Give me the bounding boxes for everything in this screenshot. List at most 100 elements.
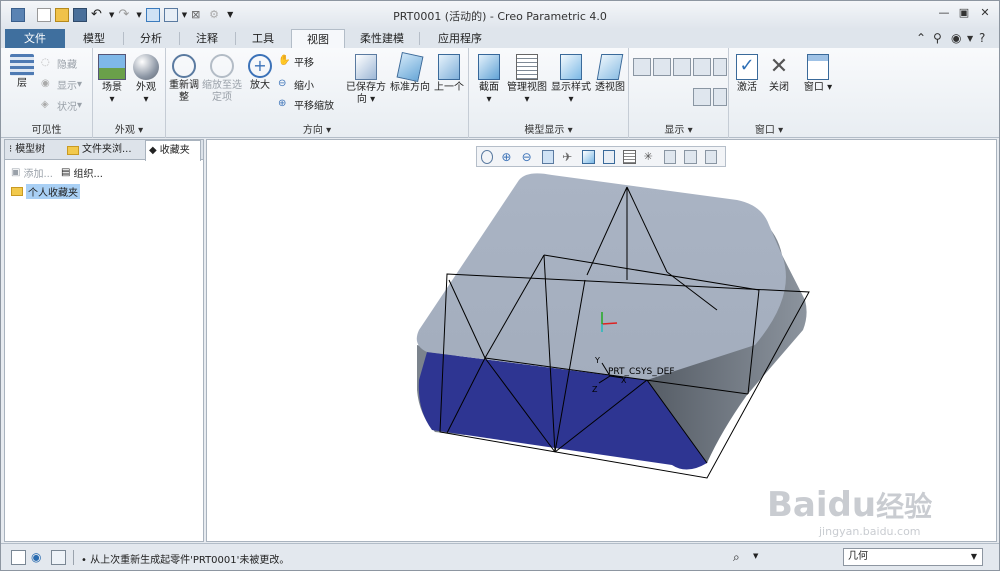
point-tag-icon[interactable] (673, 88, 691, 106)
csys-x-axis (601, 322, 618, 325)
find-icon[interactable]: ⌕ (733, 550, 748, 565)
zoom-selected-icon (210, 54, 234, 78)
previous-orientation-button[interactable]: 上一个 (432, 54, 466, 94)
add-favorite-button[interactable]: ▣ 添加... (11, 165, 53, 180)
show-icon: ◉ (41, 78, 50, 89)
axis-z-label: Z (592, 385, 598, 394)
layer-button[interactable]: 层 (7, 54, 37, 90)
refit-button[interactable]: 重新调 整 (168, 54, 200, 104)
saved-orientation-icon (355, 54, 377, 80)
close-button[interactable]: ✕ 关闭 (763, 54, 795, 94)
show-button[interactable]: ◉ 显示 ▾ (41, 77, 82, 92)
help-icon[interactable]: ◉ (951, 31, 961, 45)
status-divider (73, 550, 74, 565)
tab-model[interactable]: 模型 (65, 29, 123, 48)
appearance-button[interactable]: 外观 ▾ (130, 54, 162, 106)
maximize-icon[interactable]: ▣ (956, 6, 972, 19)
chevron-down-icon: ▼ (970, 552, 977, 561)
tab-applications[interactable]: 应用程序 (419, 29, 501, 48)
folder-icon (11, 187, 23, 196)
tab-flexible-modeling[interactable]: 柔性建模 (345, 29, 419, 48)
zoom-in-button[interactable]: + 放大 (246, 54, 274, 92)
saved-orientations-button[interactable]: 已保存方 向 ▾ (344, 54, 388, 106)
tab-file[interactable]: 文件 (5, 29, 65, 48)
help-dropdown-icon[interactable]: ▼ (967, 34, 973, 43)
display-style-icon (560, 54, 582, 80)
axis-display-icon[interactable] (653, 58, 671, 76)
close-x-icon: ✕ (769, 54, 789, 79)
refit-icon (172, 54, 196, 78)
list-item[interactable]: 个人收藏夹 (11, 184, 80, 199)
status-icon: ◈ (41, 99, 49, 110)
window-button[interactable]: 窗口 ▾ (801, 54, 835, 94)
tab-analysis[interactable]: 分析 (123, 29, 179, 48)
window-title: PRT0001 (活动的) - Creo Parametric 4.0 (393, 10, 607, 23)
status-message: • 从上次重新生成起零件'PRT0001'未被更改。 (81, 555, 290, 566)
zoom-out-button[interactable]: ⊖ 缩小 (278, 77, 314, 92)
tab-view[interactable]: 视图 (291, 29, 345, 48)
layer-label: 层 (17, 78, 27, 89)
fullscreen-icon[interactable] (51, 550, 66, 565)
window-icon (807, 54, 829, 80)
search-icon[interactable]: ⚲ (933, 31, 942, 45)
pan-button[interactable]: ✋ 平移 (278, 54, 314, 69)
csys-label[interactable]: PRT_CSYS_DEF (608, 367, 675, 377)
standard-orientation-icon (396, 51, 424, 83)
tab-tools[interactable]: 工具 (235, 29, 291, 48)
title-bar: ↶ ▼ ↷ ▼ ▼ ⊠ ⚙ ▼ PRT0001 (活动的) - Creo Par… (1, 1, 999, 29)
tab-folder-browser[interactable]: 文件夹浏... (67, 140, 141, 160)
spin-center-icon[interactable] (713, 88, 727, 106)
add-icon: ▣ (11, 167, 21, 178)
annotation-display-icon[interactable] (713, 58, 727, 76)
plane-tag-icon[interactable] (633, 88, 651, 106)
standard-orientation-button[interactable]: 标准方向 (388, 51, 432, 94)
manage-views-icon (516, 54, 538, 80)
axis-x-label: X (621, 376, 627, 385)
status-button[interactable]: ◈ 状况 ▾ (41, 98, 82, 113)
perspective-icon (596, 54, 624, 80)
section-button[interactable]: 截面 ▾ (473, 54, 505, 106)
minimize-icon[interactable]: — (936, 6, 952, 19)
axis-y-label: Y (594, 356, 600, 365)
browser-toggle-icon[interactable]: ◉ (31, 550, 46, 565)
previous-orientation-icon (438, 54, 460, 80)
group-label: 方向 ▾ (302, 125, 332, 136)
pan-zoom-icon: ⊕ (278, 98, 287, 109)
pan-zoom-button[interactable]: ⊕ 平移缩放 (278, 97, 334, 112)
display-style-button[interactable]: 显示样式 ▾ (549, 54, 593, 106)
folder-browser-icon (67, 145, 79, 155)
close-icon[interactable]: ✕ (977, 6, 993, 19)
perspective-button[interactable]: 透视图 (593, 54, 627, 94)
plane-display-icon[interactable] (633, 58, 651, 76)
layer-icon (10, 54, 34, 76)
status-bar: ◉ • 从上次重新生成起零件'PRT0001'未被更改。 ⌕ ▼ 几何 ▼ (1, 543, 999, 570)
find-dropdown-icon[interactable]: ▼ (753, 552, 758, 560)
tab-favorites[interactable]: ◆ 收藏夹 (145, 140, 201, 161)
csys-display-icon[interactable] (693, 58, 711, 76)
hide-button[interactable]: ◌ 隐藏 (41, 56, 77, 71)
organize-favorites-button[interactable]: ▤ 组织... (61, 165, 103, 180)
manage-views-button[interactable]: 管理视图 ▾ (505, 54, 549, 106)
activate-icon: ✓ (736, 54, 758, 80)
zoom-selected-button[interactable]: 缩放至选 定项 (202, 54, 242, 104)
model-canvas[interactable]: PRT_CSYS_DEF Y X Z (207, 140, 998, 543)
tab-annotate[interactable]: 注释 (179, 29, 235, 48)
group-window: ✓ 激活 ✕ 关闭 窗口 ▾ 窗口 ▾ (729, 48, 839, 138)
zoom-in-icon: + (248, 54, 272, 78)
activate-button[interactable]: ✓ 激活 (731, 54, 763, 94)
info-icon[interactable]: ? (979, 31, 985, 45)
point-display-icon[interactable] (673, 58, 691, 76)
navigator-toggle-icon[interactable] (11, 550, 26, 565)
collapse-ribbon-icon[interactable]: ⌃ (916, 31, 926, 45)
ribbon-tab-row: 文件 模型 分析 注释 工具 视图 柔性建模 应用程序 ⌃ ⚲ ◉ ▼ ? (1, 29, 999, 48)
csys-tag-icon[interactable] (693, 88, 711, 106)
model-tree-icon: ⁝ (9, 144, 13, 155)
navigator-tabs: ⁝ 模型树 文件夹浏... ◆ 收藏夹 (5, 140, 203, 161)
ribbon: 层 ◌ 隐藏 ◉ 显示 ▾ ◈ 状况 ▾ 可见性 场景 ▾ 外观 ▾ 外观 ▾ 重新调 整 (1, 48, 999, 138)
scene-button[interactable]: 场景 ▾ (96, 54, 128, 106)
axis-tag-icon[interactable] (653, 88, 671, 106)
group-label: 窗口 ▾ (754, 125, 784, 136)
tab-model-tree[interactable]: ⁝ 模型树 (9, 140, 63, 160)
graphics-window[interactable]: ⊕ ⊖ ✈ ✳ PRT_CSYS_DEF Y X Z Baidu经验 jingy… (206, 139, 997, 542)
selection-filter-select[interactable]: 几何 ▼ (843, 548, 983, 566)
